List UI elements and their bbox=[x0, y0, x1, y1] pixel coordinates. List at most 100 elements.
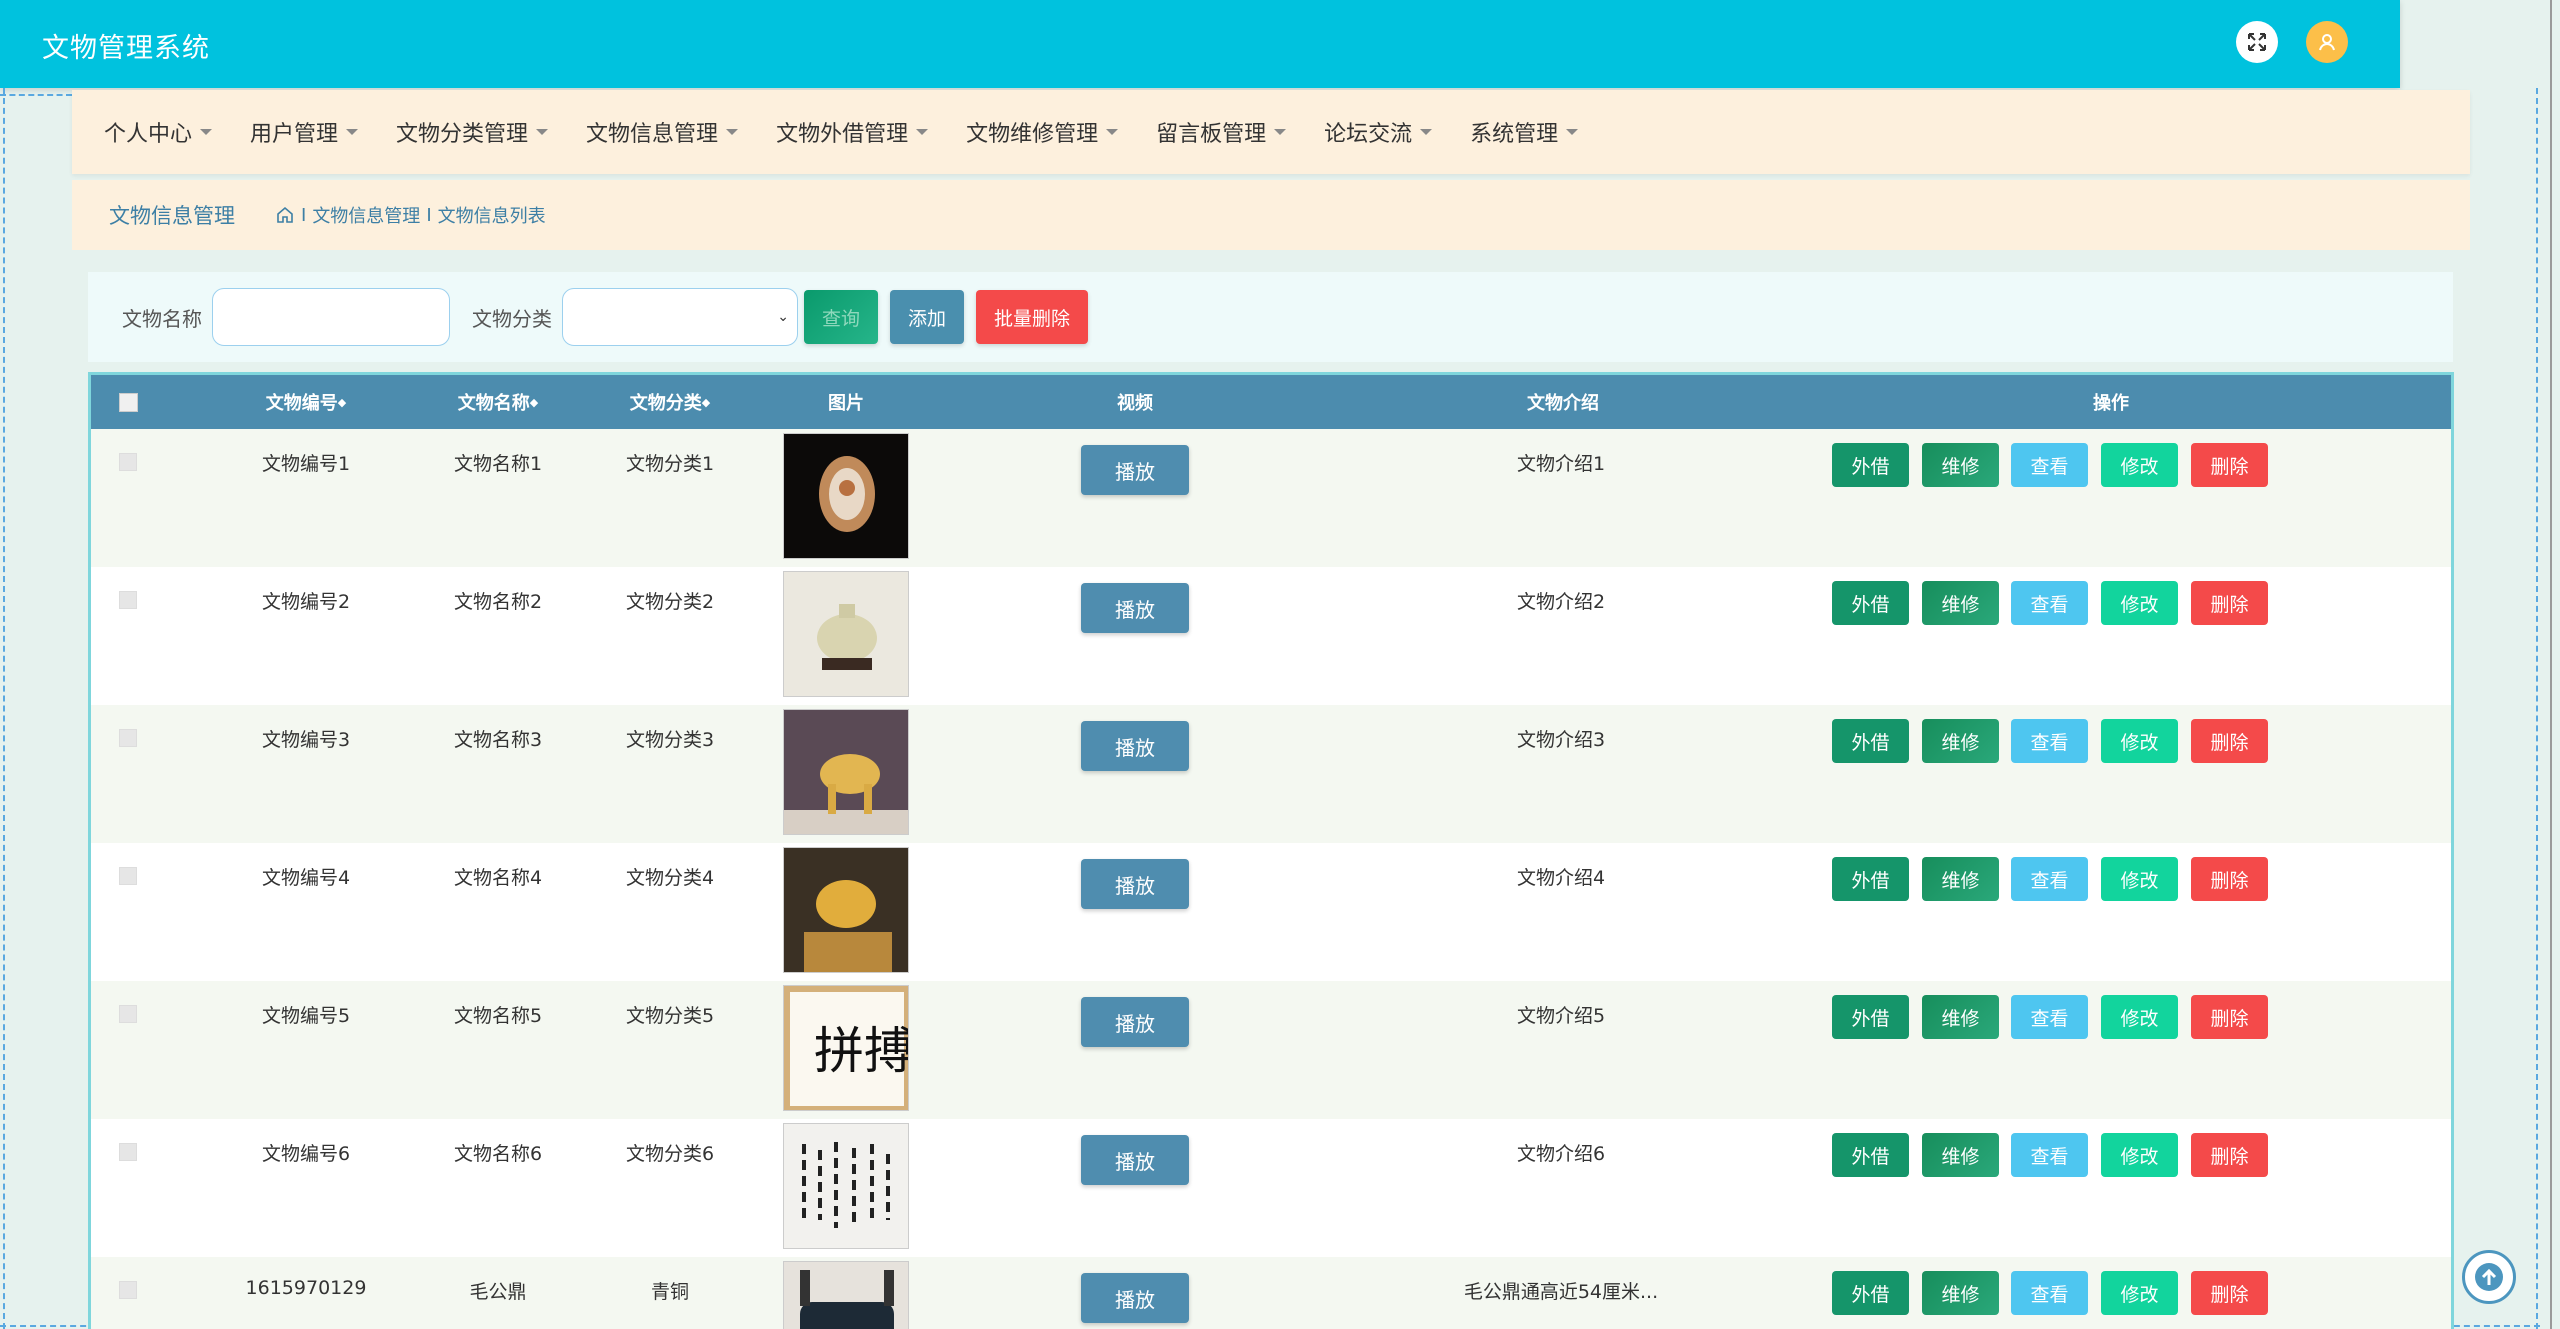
view-button[interactable]: 查看 bbox=[2011, 995, 2088, 1039]
edit-button[interactable]: 修改 bbox=[2101, 581, 2178, 625]
header-video: 视频 bbox=[1117, 393, 1153, 414]
edit-button[interactable]: 修改 bbox=[2101, 1133, 2178, 1177]
edit-button[interactable]: 修改 bbox=[2101, 995, 2178, 1039]
row-checkbox[interactable] bbox=[119, 591, 137, 609]
lend-button[interactable]: 外借 bbox=[1832, 1271, 1909, 1315]
top-header-bar: 文物管理系统 bbox=[0, 0, 2400, 88]
repair-button[interactable]: 维修 bbox=[1922, 857, 1999, 901]
fullscreen-button[interactable] bbox=[2236, 21, 2278, 63]
delete-button[interactable]: 删除 bbox=[2191, 581, 2268, 625]
delete-button[interactable]: 删除 bbox=[2191, 443, 2268, 487]
nav-item[interactable]: 个人中心 bbox=[104, 116, 213, 148]
home-icon[interactable] bbox=[275, 205, 295, 225]
delete-button[interactable]: 删除 bbox=[2191, 1133, 2268, 1177]
back-to-top-button[interactable] bbox=[2462, 1250, 2516, 1304]
select-all-checkbox[interactable] bbox=[119, 393, 138, 412]
row-checkbox[interactable] bbox=[119, 1143, 137, 1161]
play-video-button[interactable]: 播放 bbox=[1081, 721, 1189, 771]
row-checkbox[interactable] bbox=[119, 1005, 137, 1023]
view-button[interactable]: 查看 bbox=[2011, 719, 2088, 763]
arrow-up-icon bbox=[2475, 1263, 2503, 1291]
lend-button[interactable]: 外借 bbox=[1832, 443, 1909, 487]
batch-delete-button[interactable]: 批量删除 bbox=[976, 290, 1088, 344]
row-checkbox[interactable] bbox=[119, 867, 137, 885]
row-checkbox[interactable] bbox=[119, 729, 137, 747]
row-checkbox[interactable] bbox=[119, 453, 137, 471]
nav-item[interactable]: 文物信息管理 bbox=[586, 116, 739, 148]
play-video-button[interactable]: 播放 bbox=[1081, 1273, 1189, 1323]
table-row: 文物编号6 文物名称6 文物分类6 播放 文物介绍6 外借 维修 查看 修改 删除 bbox=[91, 1119, 2451, 1257]
play-video-button[interactable]: 播放 bbox=[1081, 445, 1189, 495]
relic-image[interactable] bbox=[783, 433, 909, 559]
breadcrumb-item: 文物信息列表 bbox=[437, 206, 546, 227]
delete-button[interactable]: 删除 bbox=[2191, 1271, 2268, 1315]
repair-button[interactable]: 维修 bbox=[1922, 443, 1999, 487]
relic-image[interactable] bbox=[783, 709, 909, 835]
play-video-button[interactable]: 播放 bbox=[1081, 859, 1189, 909]
play-video-button[interactable]: 播放 bbox=[1081, 1135, 1189, 1185]
play-video-button[interactable]: 播放 bbox=[1081, 997, 1189, 1047]
relic-category: 青铜 bbox=[650, 1281, 689, 1303]
user-icon bbox=[2319, 34, 2335, 51]
lend-button[interactable]: 外借 bbox=[1832, 581, 1909, 625]
view-button[interactable]: 查看 bbox=[2011, 581, 2088, 625]
caret-down-icon bbox=[346, 129, 359, 135]
header-name[interactable]: 文物名称 ◆ bbox=[433, 375, 563, 429]
repair-button[interactable]: 维修 bbox=[1922, 1271, 1999, 1315]
nav-item[interactable]: 留言板管理 bbox=[1156, 116, 1287, 148]
nav-item[interactable]: 文物外借管理 bbox=[776, 116, 929, 148]
view-button[interactable]: 查看 bbox=[2011, 1133, 2088, 1177]
frame-outline bbox=[3, 88, 5, 1329]
edit-button[interactable]: 修改 bbox=[2101, 443, 2178, 487]
delete-button[interactable]: 删除 bbox=[2191, 719, 2268, 763]
nav-item[interactable]: 文物分类管理 bbox=[396, 116, 549, 148]
header-category[interactable]: 文物分类 ◆ bbox=[605, 375, 735, 429]
header-code[interactable]: 文物编号 ◆ bbox=[241, 375, 371, 429]
repair-button[interactable]: 维修 bbox=[1922, 719, 1999, 763]
edit-button[interactable]: 修改 bbox=[2101, 1271, 2178, 1315]
header-actions: 操作 bbox=[2093, 393, 2129, 414]
row-checkbox[interactable] bbox=[119, 1281, 137, 1299]
view-button[interactable]: 查看 bbox=[2011, 857, 2088, 901]
lend-button[interactable]: 外借 bbox=[1832, 995, 1909, 1039]
edit-button[interactable]: 修改 bbox=[2101, 719, 2178, 763]
name-search-input[interactable] bbox=[212, 288, 450, 346]
view-button[interactable]: 查看 bbox=[2011, 1271, 2088, 1315]
play-video-button[interactable]: 播放 bbox=[1081, 583, 1189, 633]
table-row: 文物编号4 文物名称4 文物分类4 播放 文物介绍4 外借 维修 查看 修改 删除 bbox=[91, 843, 2451, 981]
nav-item[interactable]: 系统管理 bbox=[1470, 116, 1579, 148]
edit-button[interactable]: 修改 bbox=[2101, 857, 2178, 901]
nav-item[interactable]: 用户管理 bbox=[250, 116, 359, 148]
repair-button[interactable]: 维修 bbox=[1922, 995, 1999, 1039]
lend-button[interactable]: 外借 bbox=[1832, 1133, 1909, 1177]
add-button[interactable]: 添加 bbox=[890, 290, 964, 344]
nav-item[interactable]: 论坛交流 bbox=[1324, 116, 1433, 148]
delete-button[interactable]: 删除 bbox=[2191, 857, 2268, 901]
page-title: 文物信息管理 bbox=[109, 204, 235, 228]
relic-code: 文物编号6 bbox=[261, 1143, 351, 1165]
search-button[interactable]: 查询 bbox=[804, 290, 878, 344]
breadcrumb-item[interactable]: 文物信息管理 bbox=[312, 202, 420, 228]
nav-item-label: 用户管理 bbox=[250, 122, 339, 147]
relic-image[interactable] bbox=[783, 847, 909, 973]
relic-category: 文物分类2 bbox=[625, 591, 715, 613]
relic-image[interactable] bbox=[783, 1261, 909, 1329]
nav-item[interactable]: 文物维修管理 bbox=[966, 116, 1119, 148]
relic-intro: 文物介绍2 bbox=[1516, 591, 1606, 613]
lend-button[interactable]: 外借 bbox=[1832, 857, 1909, 901]
lend-button[interactable]: 外借 bbox=[1832, 719, 1909, 763]
relic-image[interactable] bbox=[783, 571, 909, 697]
relic-name: 文物名称4 bbox=[453, 867, 543, 889]
chevron-down-icon: ⌄ bbox=[777, 309, 789, 325]
category-select[interactable]: ⌄ bbox=[562, 288, 798, 346]
user-avatar-button[interactable] bbox=[2306, 21, 2348, 63]
main-nav: 个人中心 用户管理 文物分类管理 文物信息管理 文物外借管理 文物维修管理 留言板管理 论坛交… bbox=[72, 90, 2470, 174]
table-row: 文物编号2 文物名称2 文物分类2 播放 文物介绍2 外借 维修 查看 修改 删除 bbox=[91, 567, 2451, 705]
delete-button[interactable]: 删除 bbox=[2191, 995, 2268, 1039]
repair-button[interactable]: 维修 bbox=[1922, 581, 1999, 625]
repair-button[interactable]: 维修 bbox=[1922, 1133, 1999, 1177]
relic-image[interactable] bbox=[783, 1123, 909, 1249]
view-button[interactable]: 查看 bbox=[2011, 443, 2088, 487]
relic-image[interactable]: 拼搏 bbox=[783, 985, 909, 1111]
relic-name: 文物名称3 bbox=[453, 729, 543, 751]
